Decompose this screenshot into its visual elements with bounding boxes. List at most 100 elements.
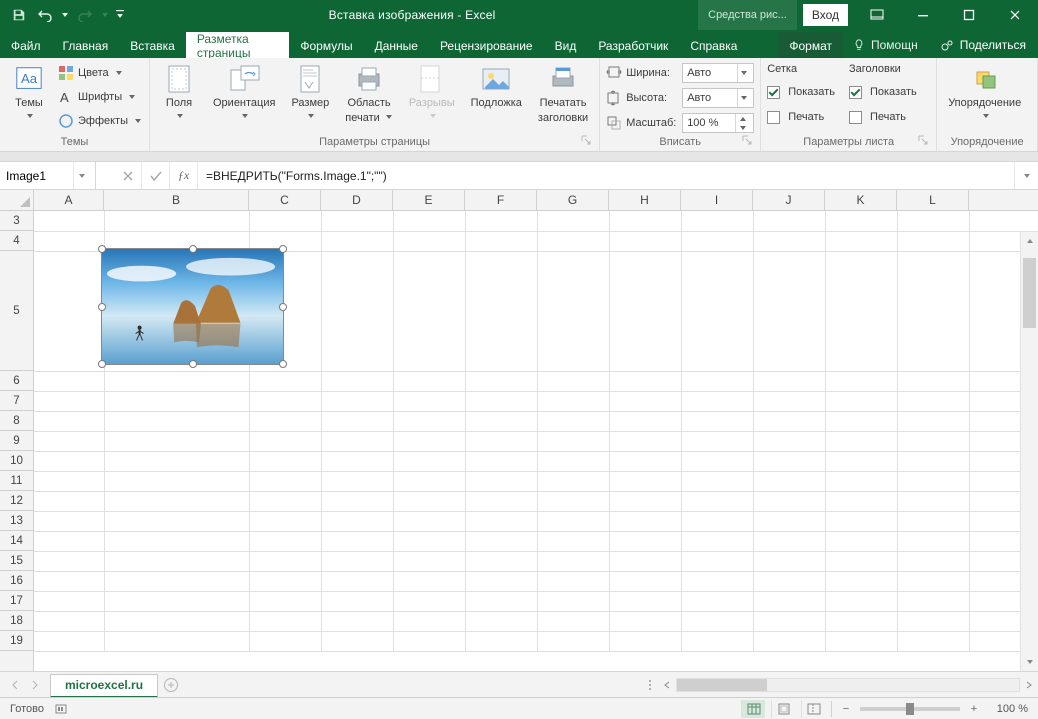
view-page-layout-icon[interactable] (771, 700, 795, 718)
close-icon[interactable] (992, 0, 1038, 30)
fonts-button[interactable]: A Шрифты (58, 86, 142, 108)
tab-формулы[interactable]: Формулы (289, 32, 363, 58)
undo-icon[interactable] (34, 3, 56, 27)
vertical-scrollbar[interactable] (1020, 232, 1038, 671)
column-header[interactable]: L (897, 190, 969, 210)
row-header[interactable]: 5 (0, 251, 33, 371)
width-dropdown[interactable]: Авто (682, 63, 754, 83)
gridlines-print-checkbox[interactable]: Печать (767, 106, 835, 128)
row-header[interactable]: 7 (0, 391, 33, 411)
column-header[interactable]: A (34, 190, 104, 210)
formula-input[interactable]: =ВНЕДРИТЬ("Forms.Image.1";"") (198, 162, 1014, 189)
horizontal-scrollbar[interactable] (658, 676, 1038, 694)
resize-handle[interactable] (98, 303, 106, 311)
column-header[interactable]: K (825, 190, 897, 210)
column-header[interactable]: E (393, 190, 465, 210)
resize-handle[interactable] (189, 360, 197, 368)
zoom-slider-knob[interactable] (906, 703, 914, 715)
resize-handle[interactable] (279, 245, 287, 253)
resize-handle[interactable] (98, 360, 106, 368)
name-box-input[interactable] (6, 169, 66, 183)
height-dropdown[interactable]: Авто (682, 88, 754, 108)
arrange-button[interactable]: Упорядочение (943, 60, 1026, 121)
cancel-formula-button[interactable] (114, 162, 142, 189)
embedded-image-object[interactable] (101, 248, 284, 365)
resize-handle[interactable] (98, 245, 106, 253)
tab-справка[interactable]: Справка (679, 32, 748, 58)
select-all-corner[interactable] (0, 190, 34, 210)
chevron-down-icon[interactable] (73, 162, 89, 189)
new-sheet-button[interactable] (158, 677, 184, 693)
signin-button[interactable]: Вход (803, 4, 848, 26)
zoom-percent[interactable]: 100 % (988, 703, 1028, 715)
dialog-launcher-icon[interactable] (581, 135, 593, 147)
row-header[interactable]: 15 (0, 551, 33, 571)
column-header[interactable]: J (753, 190, 825, 210)
tab-данные[interactable]: Данные (364, 32, 429, 58)
headings-view-checkbox[interactable]: Показать (849, 81, 917, 103)
resize-handle[interactable] (189, 245, 197, 253)
insert-function-button[interactable]: ƒx (170, 162, 198, 189)
scrollbar-thumb[interactable] (1023, 258, 1036, 328)
headings-print-checkbox[interactable]: Печать (849, 106, 917, 128)
share-button[interactable]: Поделиться (928, 32, 1038, 58)
row-header[interactable]: 9 (0, 431, 33, 451)
column-header[interactable]: F (465, 190, 537, 210)
row-header[interactable]: 3 (0, 211, 33, 231)
save-icon[interactable] (8, 3, 30, 27)
row-header[interactable]: 11 (0, 471, 33, 491)
tell-me-search[interactable]: Помощн (843, 32, 928, 58)
background-button[interactable]: Подложка (466, 60, 527, 111)
tab-главная[interactable]: Главная (52, 32, 120, 58)
column-header[interactable]: C (249, 190, 321, 210)
scroll-right-icon[interactable] (1020, 676, 1038, 694)
sheet-tab[interactable]: microexcel.ru (50, 674, 158, 698)
sheet-nav-prev-icon[interactable] (6, 676, 24, 694)
colors-button[interactable]: Цвета (58, 62, 142, 84)
resize-handle[interactable] (279, 360, 287, 368)
row-header[interactable]: 6 (0, 371, 33, 391)
print-area-button[interactable]: Область печати (340, 60, 398, 126)
undo-more-icon[interactable] (60, 3, 70, 27)
row-header[interactable]: 13 (0, 511, 33, 531)
column-header[interactable]: I (681, 190, 753, 210)
row-header[interactable]: 12 (0, 491, 33, 511)
scroll-left-icon[interactable] (658, 676, 676, 694)
zoom-in-button[interactable]: + (966, 701, 982, 717)
dialog-launcher-icon[interactable] (742, 135, 754, 147)
minimize-icon[interactable] (900, 0, 946, 30)
tab-scroll-splitter[interactable] (646, 680, 654, 690)
row-header[interactable]: 19 (0, 631, 33, 651)
tab-format-contextual[interactable]: Формат (778, 32, 843, 58)
column-header[interactable]: G (537, 190, 609, 210)
resize-handle[interactable] (279, 303, 287, 311)
row-header[interactable]: 17 (0, 591, 33, 611)
cells-area[interactable] (34, 211, 1038, 651)
expand-formula-bar-icon[interactable] (1014, 162, 1038, 189)
size-button[interactable]: Размер (286, 60, 334, 121)
column-header[interactable]: B (104, 190, 249, 210)
scrollbar-thumb[interactable] (677, 679, 767, 691)
print-titles-button[interactable]: Печатать заголовки (533, 60, 593, 126)
row-header[interactable]: 16 (0, 571, 33, 591)
maximize-icon[interactable] (946, 0, 992, 30)
spin-up-icon[interactable] (736, 114, 749, 123)
column-header[interactable]: D (321, 190, 393, 210)
spin-down-icon[interactable] (736, 123, 749, 132)
qat-customize-icon[interactable] (114, 3, 126, 27)
tab-рецензирование[interactable]: Рецензирование (429, 32, 544, 58)
row-header[interactable]: 18 (0, 611, 33, 631)
scroll-up-icon[interactable] (1021, 232, 1038, 250)
enter-formula-button[interactable] (142, 162, 170, 189)
effects-button[interactable]: Эффекты (58, 110, 142, 132)
zoom-slider[interactable] (860, 707, 960, 711)
dialog-launcher-icon[interactable] (918, 135, 930, 147)
gridlines-view-checkbox[interactable]: Показать (767, 81, 835, 103)
row-header[interactable]: 8 (0, 411, 33, 431)
sheet-nav-next-icon[interactable] (26, 676, 44, 694)
scroll-down-icon[interactable] (1021, 653, 1038, 671)
ribbon-display-options-icon[interactable] (854, 0, 900, 30)
margins-button[interactable]: Поля (156, 60, 202, 121)
tab-разработчик[interactable]: Разработчик (587, 32, 679, 58)
themes-button[interactable]: Aa Темы (6, 60, 52, 121)
